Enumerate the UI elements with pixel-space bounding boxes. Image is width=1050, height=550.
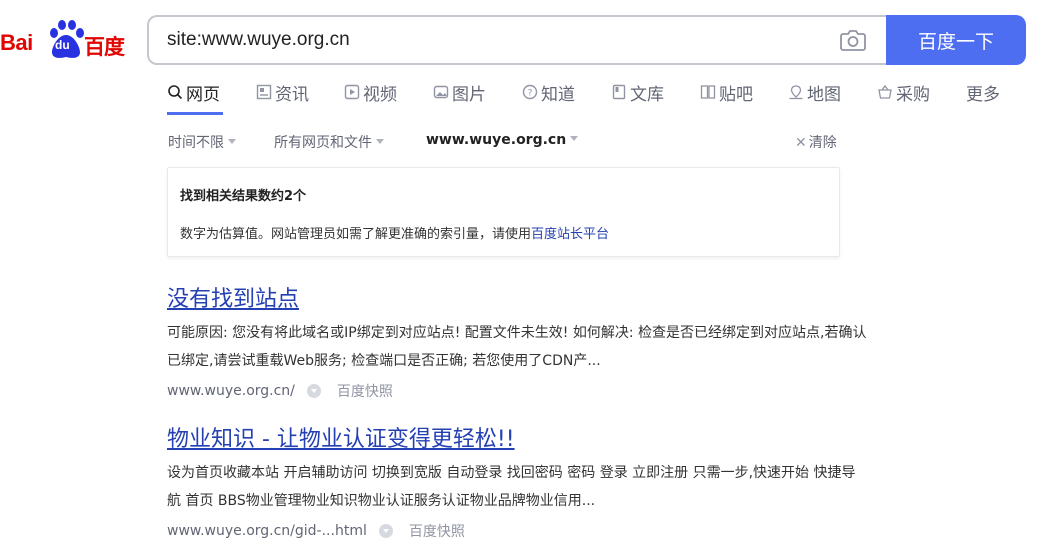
tab-images[interactable]: 图片 [433,80,486,114]
search-result: 物业知识 - 让物业认证变得更轻松!! 设为首页收藏本站 开启辅助访问 切换到宽… [167,421,867,541]
shield-icon[interactable] [306,384,321,398]
result-url[interactable]: www.wuye.org.cn/ [167,383,295,399]
chevron-down-icon [570,136,579,141]
site-filter-label: www.wuye.org.cn [426,132,567,148]
shield-icon[interactable] [378,524,393,538]
logo-baidu-chinese: 百度 [84,35,125,59]
svg-text:?: ? [528,89,533,99]
close-icon: ✕ [795,135,807,151]
tab-purchase-label: 采购 [896,85,930,105]
search-icon [168,85,183,100]
news-icon [256,84,272,100]
tab-video-label: 视频 [363,85,397,105]
search-result: 没有找到站点 可能原因: 您没有将此域名或IP绑定到对应站点! 配置文件未生效!… [167,281,867,401]
result-title-link[interactable]: 物业知识 - 让物业认证变得更轻松!! [167,421,867,453]
tab-purchase[interactable]: 采购 [877,80,930,114]
tab-tieba[interactable]: 贴吧 [700,80,753,114]
webmaster-platform-link[interactable]: 百度站长平台 [531,227,609,242]
result-url[interactable]: www.wuye.org.cn/gid-...html [167,523,367,539]
snapshot-link[interactable]: 百度快照 [409,521,465,541]
result-snippet: 设为首页收藏本站 开启辅助访问 切换到宽版 自动登录 找回密码 密码 登录 立即… [167,465,856,509]
result-count: 找到相关结果数约2个 [180,189,307,204]
question-icon: ? [522,84,538,100]
tab-images-label: 图片 [452,85,486,105]
tab-web[interactable]: 网页 [167,80,220,114]
chevron-down-icon [376,139,384,144]
tab-video[interactable]: 视频 [344,80,397,114]
result-source-line: www.wuye.org.cn/ 百度快照 [167,381,867,401]
tab-map-label: 地图 [807,85,841,105]
result-count-note: 数字为估算值。网站管理员如需了解更准确的索引量，请使用百度站长平台 [180,223,609,242]
search-input[interactable] [167,26,807,54]
active-tab-indicator [167,112,223,115]
map-icon [789,85,803,100]
basket-icon [878,84,892,99]
tab-more-label: 更多 [966,85,1000,105]
search-button[interactable]: 百度一下 [886,15,1026,65]
tab-web-label: 网页 [186,85,220,105]
logo-bai-text: Bai [0,30,33,55]
tieba-icon [700,85,716,99]
search-box [147,15,886,65]
clear-filter-button[interactable]: ✕ 清除 [795,132,837,152]
clear-filter-label: 清除 [808,135,837,151]
result-title-link[interactable]: 没有找到站点 [167,281,867,313]
time-filter[interactable]: 时间不限 [168,132,236,152]
tab-zhidao-label: 知道 [541,85,575,105]
tab-tieba-label: 贴吧 [719,85,753,105]
tab-news-label: 资讯 [275,85,309,105]
image-icon [433,85,449,99]
result-count-box: 找到相关结果数约2个 数字为估算值。网站管理员如需了解更准确的索引量，请使用百度… [167,167,840,257]
snapshot-link[interactable]: 百度快照 [337,381,393,401]
chevron-down-icon [228,139,236,144]
filetype-filter-label: 所有网页和文件 [274,135,372,151]
video-icon [344,84,360,100]
tab-zhidao[interactable]: ? 知道 [522,80,575,114]
tab-more[interactable]: 更多 [966,80,1000,114]
doc-icon [612,84,626,100]
tab-news[interactable]: 资讯 [256,80,309,114]
result-count-note-text: 数字为估算值。网站管理员如需了解更准确的索引量，请使用 [180,227,532,242]
result-snippet: 可能原因: 您没有将此域名或IP绑定到对应站点! 配置文件未生效! 如何解决: … [167,325,867,369]
tab-wenku[interactable]: 文库 [611,80,664,114]
tab-wenku-label: 文库 [630,85,664,105]
camera-icon[interactable] [840,29,866,51]
site-filter[interactable]: www.wuye.org.cn [426,132,579,148]
filetype-filter[interactable]: 所有网页和文件 [274,132,384,152]
tab-map[interactable]: 地图 [788,80,841,114]
time-filter-label: 时间不限 [168,135,224,151]
baidu-logo[interactable]: Bai du 百度 [0,16,132,64]
logo-du-text: du [55,38,70,52]
result-source-line: www.wuye.org.cn/gid-...html 百度快照 [167,521,867,541]
